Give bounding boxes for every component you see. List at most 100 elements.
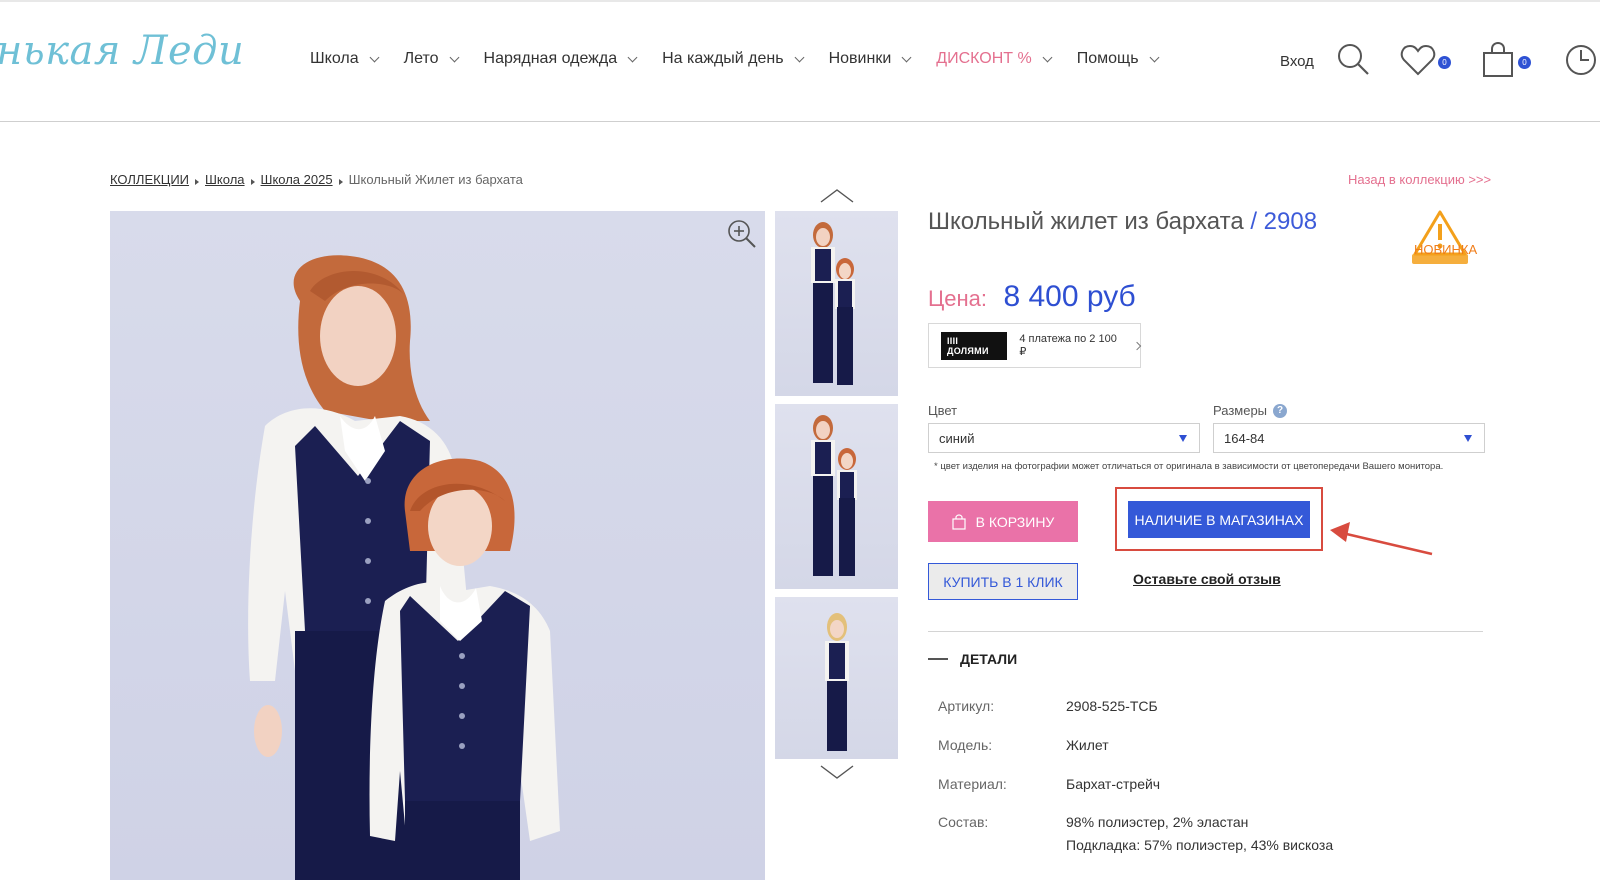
price-row: Цена: 8 400 руб: [928, 280, 1136, 314]
thumbnail-illustration: [825, 613, 849, 751]
login-link[interactable]: Вход: [1280, 53, 1314, 70]
nav-item-label: Нарядная одежда: [483, 50, 618, 67]
spec-value-lining: Подкладка: 57% полиэстер, 43% вискоза: [1066, 837, 1334, 853]
chevron-down-icon: [1149, 52, 1159, 62]
add-to-cart-button[interactable]: В КОРЗИНУ: [928, 501, 1078, 542]
main-product-photo[interactable]: [110, 211, 765, 880]
details-divider: [928, 631, 1483, 632]
spec-value-article: 2908-525-ТСБ: [1066, 698, 1158, 714]
chevron-down-icon: [901, 52, 912, 62]
thumbnail-1[interactable]: [775, 211, 898, 396]
size-select-value: 164-84: [1224, 431, 1265, 446]
size-label: Размеры: [1213, 403, 1268, 418]
thumbnails-up-arrow-icon[interactable]: [820, 189, 854, 203]
size-label-row: Размеры ?: [1213, 403, 1288, 418]
chevron-down-icon: [794, 52, 805, 62]
buy-one-click-button[interactable]: КУПИТЬ В 1 КЛИК: [928, 563, 1078, 600]
dolyami-text: 4 платежа по 2 100 ₽: [1019, 333, 1117, 358]
thumbnails-down-arrow-icon[interactable]: [820, 765, 854, 779]
wishlist-button[interactable]: 0: [1400, 44, 1451, 81]
nav-item-label: Школа: [310, 50, 359, 67]
breadcrumb-link-school[interactable]: Школа: [205, 172, 245, 187]
nav-item-school[interactable]: Школа: [310, 50, 380, 68]
site-logo[interactable]: нькая Леди: [0, 28, 244, 74]
store-availability-button[interactable]: НАЛИЧИЕ В МАГАЗИНАХ: [1128, 501, 1310, 538]
nav-item-label: ДИСКОНТ %: [936, 50, 1032, 67]
nav-item-help[interactable]: Помощь: [1076, 50, 1159, 68]
collapse-dash-icon: [928, 658, 948, 660]
spec-label-composition: Состав:: [938, 814, 989, 830]
new-badge: НОВИНКА: [1410, 210, 1477, 271]
product-photo-illustration: [248, 255, 560, 880]
chevron-down-icon: [449, 52, 459, 62]
back-to-collection-link[interactable]: Назад в коллекцию >>>: [1348, 172, 1491, 187]
spec-label-material: Материал:: [938, 776, 1007, 792]
price-value: 8 400 руб: [1003, 280, 1136, 313]
chevron-down-icon: [627, 52, 638, 62]
help-question-icon[interactable]: ?: [1273, 403, 1288, 418]
wishlist-count-badge: 0: [1438, 56, 1451, 69]
thumbnail-illustration: [811, 222, 855, 385]
store-availability-label: НАЛИЧИЕ В МАГАЗИНАХ: [1134, 511, 1304, 528]
breadcrumb-current: Школьный Жилет из бархата: [348, 172, 523, 187]
spec-value-model: Жилет: [1066, 737, 1109, 753]
breadcrumb-link-collections[interactable]: КОЛЛЕКЦИИ: [110, 172, 189, 187]
spec-value-composition: 98% полиэстер, 2% эластан: [1066, 814, 1249, 830]
nav-item-label: На каждый день: [662, 50, 784, 67]
dropdown-triangle-icon: [1179, 435, 1187, 442]
dolyami-logo: IIII ДОЛЯМИ: [941, 331, 1008, 360]
product-code: / 2908: [1250, 208, 1318, 235]
cart-button[interactable]: 0: [1482, 41, 1531, 83]
buy-one-click-label: КУПИТЬ В 1 КЛИК: [943, 573, 1063, 590]
chevron-down-icon: [369, 52, 380, 62]
breadcrumb: КОЛЛЕКЦИИ Школа Школа 2025 Школьный Жиле…: [110, 172, 523, 187]
shopping-bag-icon: [1483, 41, 1513, 77]
header-topline: [0, 0, 1600, 2]
chevron-down-icon: [1042, 52, 1053, 62]
product-title-text: Школьный жилет из бархата: [928, 208, 1244, 235]
price-label: Цена:: [928, 286, 988, 311]
nav-item-label: Новинки: [828, 50, 892, 67]
color-label: Цвет: [928, 403, 958, 418]
main-nav: Школа Лето Нарядная одежда На каждый ден…: [310, 50, 1184, 68]
thumbnail-2[interactable]: [775, 404, 898, 589]
color-select-value: синий: [939, 431, 975, 446]
breadcrumb-link-school-2025[interactable]: Школа 2025: [261, 172, 333, 187]
details-heading: ДЕТАЛИ: [960, 651, 1018, 667]
size-select[interactable]: 164-84: [1213, 423, 1485, 453]
nav-item-label: Помощь: [1076, 50, 1139, 67]
spec-label-model: Модель:: [938, 737, 993, 753]
breadcrumb-separator-icon: [338, 178, 343, 185]
new-badge-label: НОВИНКА: [1414, 242, 1478, 257]
clock-icon[interactable]: [1565, 44, 1597, 81]
spec-value-material: Бархат-стрейч: [1066, 776, 1161, 792]
nav-item-formal[interactable]: Нарядная одежда: [483, 50, 638, 68]
spec-label-article: Артикул:: [938, 698, 995, 714]
thumbnail-3[interactable]: [775, 597, 898, 759]
dolyami-installments[interactable]: IIII ДОЛЯМИ 4 платежа по 2 100 ₽: [928, 323, 1142, 368]
dropdown-triangle-icon: [1464, 435, 1472, 442]
shopping-bag-icon: [952, 513, 966, 530]
nav-item-discount[interactable]: ДИСКОНТ %: [936, 50, 1053, 68]
chevron-right-icon: [1132, 341, 1142, 350]
thumbnail-illustration: [811, 415, 857, 576]
nav-item-everyday[interactable]: На каждый день: [662, 50, 805, 68]
breadcrumb-separator-icon: [195, 178, 200, 185]
site-header: нькая Леди Школа Лето Нарядная одежда На…: [0, 0, 1600, 122]
color-select[interactable]: синий: [928, 423, 1200, 453]
nav-item-label: Лето: [403, 50, 439, 67]
nav-item-new[interactable]: Новинки: [828, 50, 912, 68]
search-icon[interactable]: [1336, 42, 1370, 81]
leave-review-link[interactable]: Оставьте свой отзыв: [1133, 571, 1281, 587]
nav-item-summer[interactable]: Лето: [403, 50, 459, 68]
warning-triangle-icon: [1412, 210, 1468, 264]
zoom-in-icon[interactable]: [727, 219, 757, 254]
add-to-cart-label: В КОРЗИНУ: [975, 513, 1055, 530]
heart-icon: [1400, 44, 1436, 76]
breadcrumb-separator-icon: [250, 178, 255, 185]
annotation-arrow-icon: [1330, 520, 1435, 565]
product-title: Школьный жилет из бархата / 2908: [928, 208, 1317, 236]
color-disclaimer-note: * цвет изделия на фотографии может отлич…: [934, 461, 1444, 472]
details-toggle[interactable]: ДЕТАЛИ: [928, 651, 1017, 667]
cart-count-badge: 0: [1518, 56, 1531, 69]
